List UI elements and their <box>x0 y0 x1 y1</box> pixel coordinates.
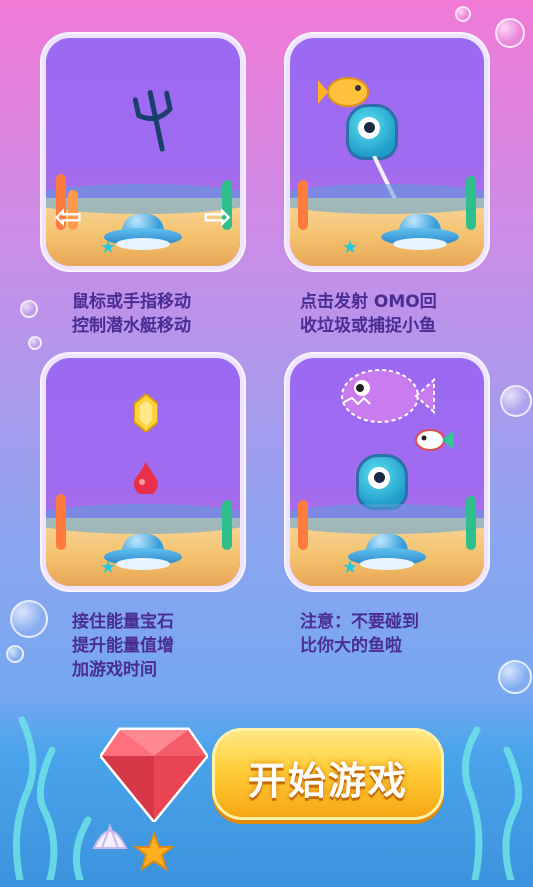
red-drop-icon <box>134 462 158 494</box>
starfish-icon: ★ <box>342 557 359 578</box>
monster-omo-icon <box>356 454 408 510</box>
coral <box>298 180 308 230</box>
monster-omo-icon <box>346 104 398 160</box>
ruby-gem-icon[interactable] <box>100 722 208 822</box>
bubble <box>495 18 525 48</box>
bubble <box>10 600 48 638</box>
instruction-card-warning: ★ <box>284 352 490 592</box>
bubble <box>455 6 471 22</box>
instruction-card-shoot: ★ <box>284 32 490 272</box>
caption-gem: 接住能量宝石 提升能量值增 加游戏时间 <box>72 612 174 680</box>
coral <box>56 494 66 550</box>
bubble <box>500 385 532 417</box>
caption-move: 鼠标或手指移动 控制潜水艇移动 <box>72 292 191 336</box>
caption-warning: 注意：不要碰到 比你大的鱼啦 <box>300 612 419 656</box>
starfish-icon <box>134 832 174 872</box>
arrow-left-icon: ⇦ <box>54 197 83 237</box>
starfish-icon: ★ <box>342 237 359 258</box>
ufo-submarine-icon <box>381 214 459 250</box>
instruction-card-move: ⇦ ⇨ ★ <box>40 32 246 272</box>
instruction-card-gem: ★ <box>40 352 246 592</box>
trident-icon <box>132 90 173 152</box>
shell-icon <box>92 823 128 849</box>
ufo-submarine-icon <box>348 534 426 570</box>
seaweed-left-icon <box>12 716 92 880</box>
gem-icon <box>134 394 158 432</box>
arrow-right-icon: ⇨ <box>203 197 233 237</box>
coral <box>466 176 476 230</box>
big-fish-icon <box>341 369 435 423</box>
starfish-icon: ★ <box>100 237 117 258</box>
coral <box>298 500 308 550</box>
bubble <box>20 300 38 318</box>
coral <box>466 496 476 550</box>
caption-shoot: 点击发射 OMO回 收垃圾或捕捉小鱼 <box>300 292 437 336</box>
starfish-icon: ★ <box>100 557 117 578</box>
small-fish-icon <box>415 429 454 451</box>
bubble <box>498 660 532 694</box>
seaweed-right-icon <box>461 726 523 880</box>
start-game-label: 开始游戏 <box>247 759 408 803</box>
bubble <box>28 336 42 350</box>
coral <box>222 500 232 550</box>
start-game-button[interactable]: 开始游戏 <box>212 728 444 820</box>
bubble <box>6 645 24 663</box>
